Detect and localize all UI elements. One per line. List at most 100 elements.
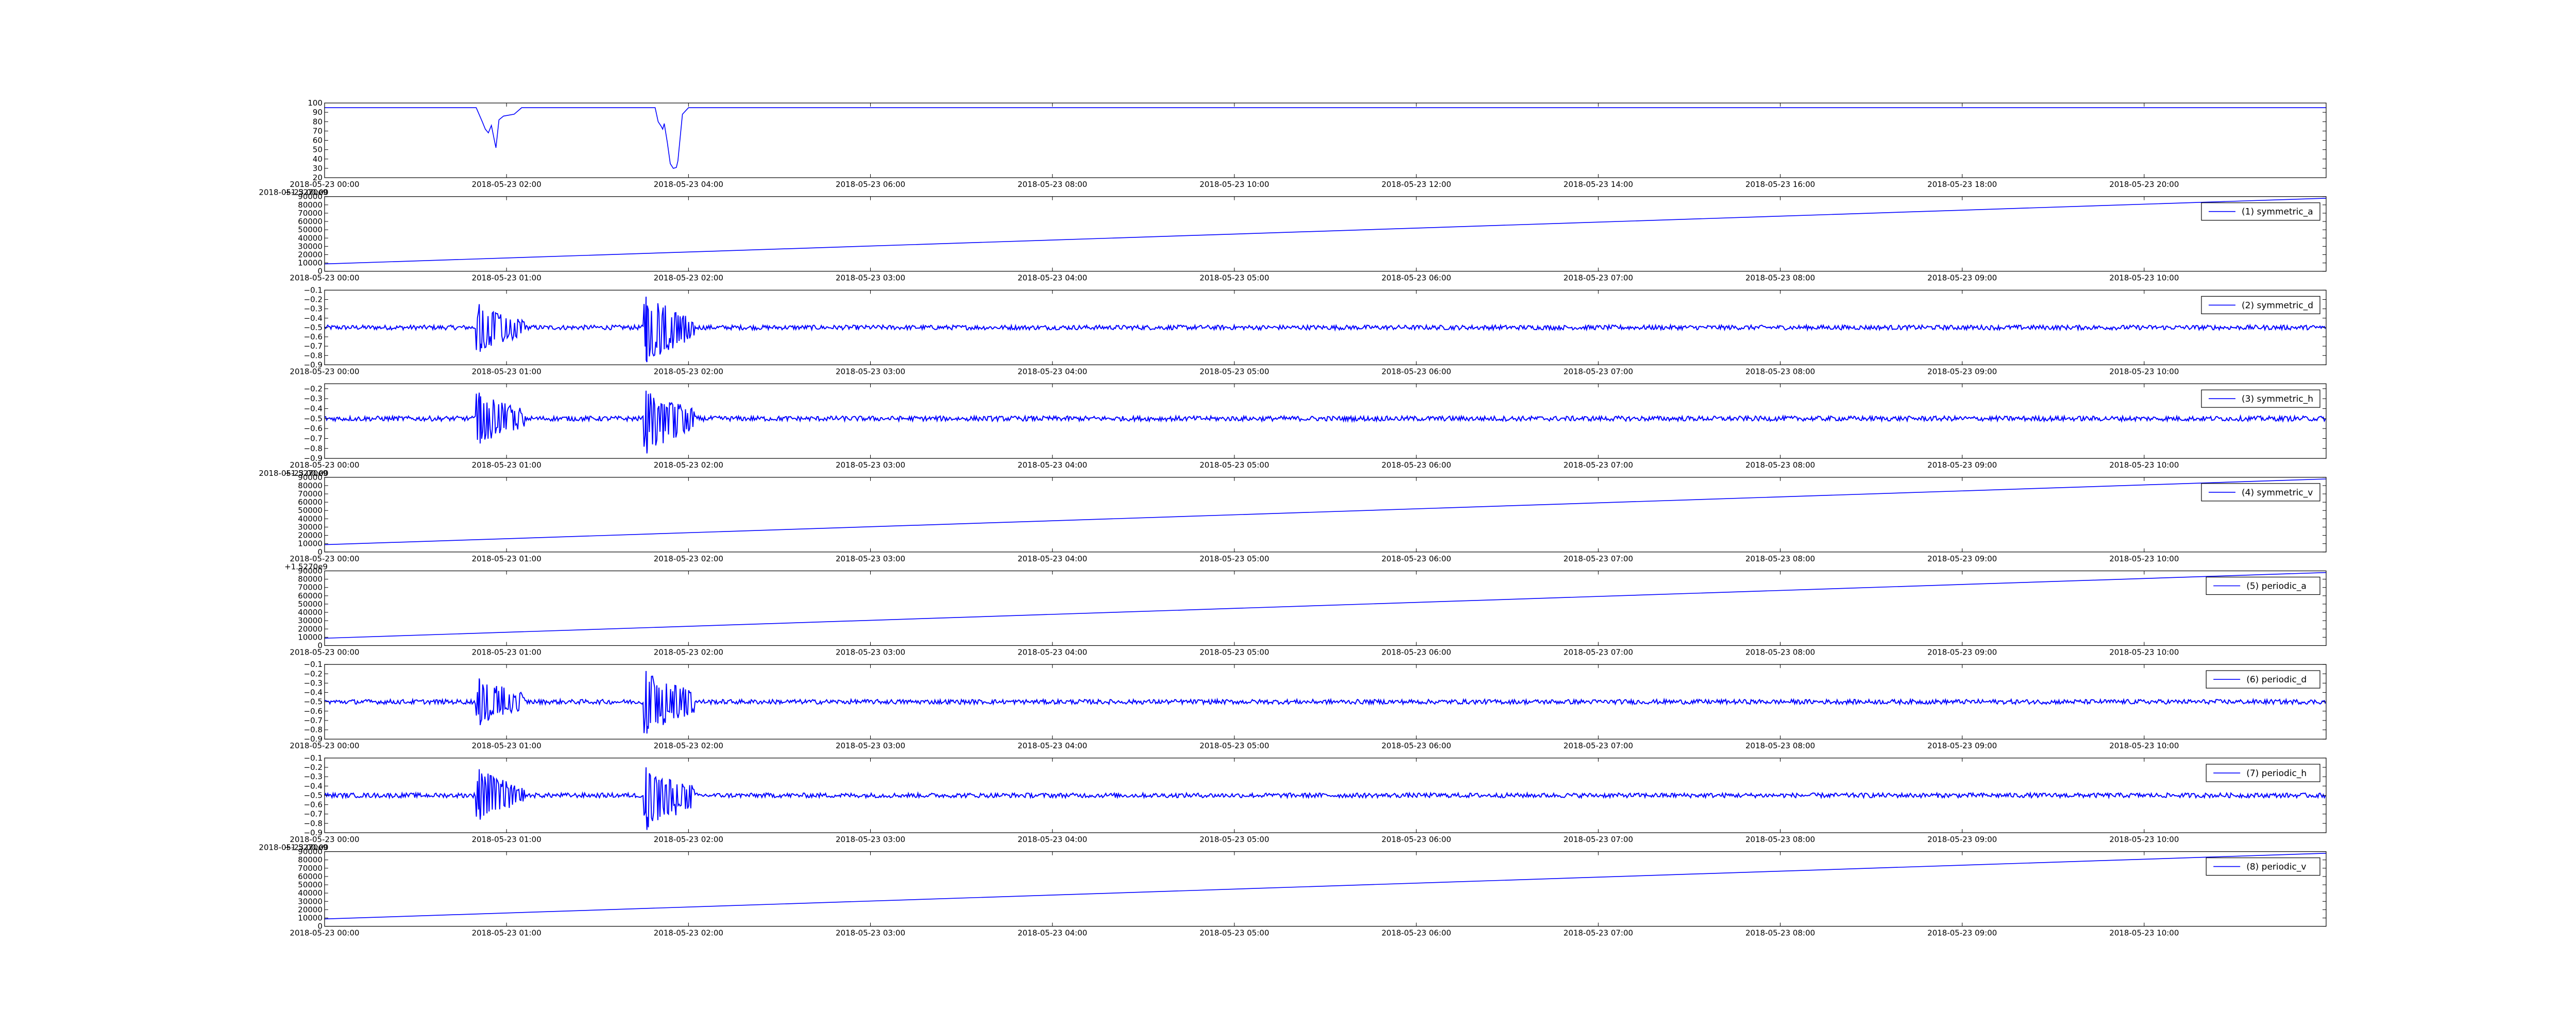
y-tick-label: −0.6 (304, 800, 323, 810)
x-tick-label: 2018-05-23 00:00 (290, 273, 359, 283)
y-tick-label: 60 (313, 136, 323, 145)
x-tick-label: 2018-05-23 10:00 (1199, 180, 1269, 189)
x-tick-label: 2018-05-23 09:00 (1927, 460, 1997, 470)
y-tick-label: −0.5 (304, 697, 323, 707)
y-tick-label: −0.3 (304, 394, 323, 403)
x-tick-label: 2018-05-23 07:00 (1564, 835, 1633, 844)
legend-5: (4) symmetric_v (2201, 483, 2320, 502)
y-tick-label: 60000 (298, 497, 323, 507)
x-tick-label: 2018-05-23 10:00 (2109, 741, 2179, 750)
y-tick-label: −0.8 (304, 725, 323, 734)
x-tick-label: 2018-05-23 04:00 (1018, 460, 1087, 470)
x-tick-label: 2018-05-23 02:00 (472, 180, 541, 189)
x-tick-label: 2018-05-23 10:00 (2109, 929, 2179, 938)
x-tick-label: 2018-05-23 05:00 (1199, 648, 1269, 657)
x-tick-label: 2018-05-23 08:00 (1018, 180, 1087, 189)
x-tick-label: 2018-05-23 06:00 (1382, 648, 1451, 657)
x-tick-label: 2018-05-23 09:00 (1927, 648, 1997, 657)
x-tick-label: 2018-05-23 04:00 (1018, 835, 1087, 844)
y-tick-label: −0.4 (304, 404, 323, 413)
y-tick-label: 20000 (298, 250, 323, 259)
x-tick-label: 2018-05-23 05:00 (1199, 741, 1269, 750)
x-tick-label: 2018-05-23 09:00 (1927, 929, 1997, 938)
y-tick-label: 30000 (298, 897, 323, 906)
x-tick-label: 2018-05-23 04:00 (1018, 929, 1087, 938)
y-tick-label: −0.3 (304, 678, 323, 688)
x-tick-label: 2018-05-23 02:00 (654, 648, 723, 657)
y-tick-label: 20000 (298, 624, 323, 633)
x-tick-label: 2018-05-23 07:00 (1564, 273, 1633, 283)
x-tick-label: 2018-05-23 02:00 (654, 741, 723, 750)
x-tick-label: 2018-05-23 05:00 (1199, 554, 1269, 563)
x-tick-label: 2018-05-23 08:00 (1745, 648, 1815, 657)
x-tick-label: 2018-05-23 03:00 (836, 741, 905, 750)
x-tick-label: 2018-05-23 04:00 (1018, 367, 1087, 376)
x-tick-label: 2018-05-23 01:00 (472, 273, 541, 283)
x-tick-label: 2018-05-23 08:00 (1745, 460, 1815, 470)
x-tick-label: 2018-05-23 01:00 (472, 367, 541, 376)
y-tick-label: −0.7 (304, 434, 323, 443)
x-tick-label: 2018-05-23 03:00 (836, 929, 905, 938)
x-tick-label: 2018-05-23 03:00 (836, 648, 905, 657)
x-tick-label: 2018-05-23 05:00 (1199, 273, 1269, 283)
x-tick-label: 2018-05-23 02:00 (654, 460, 723, 470)
y-tick-label: −0.5 (304, 791, 323, 800)
y-tick-label: 70000 (298, 489, 323, 499)
y-tick-label: −0.8 (304, 444, 323, 453)
y-tick-label: −0.2 (304, 295, 323, 304)
y-tick-label: −0.1 (304, 285, 323, 295)
y-tick-label: 30000 (298, 522, 323, 531)
x-tick-label: 2018-05-23 06:00 (1382, 273, 1451, 283)
x-tick-label: 2018-05-23 08:00 (1745, 367, 1815, 376)
y-tick-label: 10000 (298, 259, 323, 268)
x-tick-label: 2018-05-23 02:00 (654, 273, 723, 283)
x-tick-label: 2018-05-23 01:00 (472, 648, 541, 657)
x-tick-label: 2018-05-23 03:00 (836, 835, 905, 844)
x-tick-label: 2018-05-23 07:00 (1564, 648, 1633, 657)
y-tick-label: −0.3 (304, 304, 323, 314)
overlapping-date-label: 2018-05-23 00:00 (259, 188, 328, 197)
legend-label: (8) periodic_v (2246, 862, 2306, 872)
y-tick-label: 80000 (298, 575, 323, 584)
legend-label: (6) periodic_d (2246, 675, 2307, 685)
y-tick-label: 30 (313, 164, 323, 173)
y-tick-label: −0.1 (304, 753, 323, 763)
y-tick-label: 10000 (298, 632, 323, 642)
x-tick-label: 2018-05-23 18:00 (1927, 180, 1997, 189)
x-tick-label: 2018-05-23 00:00 (290, 929, 359, 938)
y-tick-label: 40000 (298, 514, 323, 523)
x-tick-label: 2018-05-23 07:00 (1564, 741, 1633, 750)
x-tick-label: 2018-05-23 09:00 (1927, 367, 1997, 376)
legend-9: (8) periodic_v (2206, 857, 2320, 876)
y-tick-label: 10000 (298, 913, 323, 922)
legend-4: (3) symmetric_h (2201, 389, 2320, 408)
y-tick-label: −0.1 (304, 660, 323, 669)
x-tick-label: 2018-05-23 08:00 (1745, 835, 1815, 844)
x-tick-label: 2018-05-23 06:00 (1382, 929, 1451, 938)
y-tick-label: −0.3 (304, 772, 323, 781)
x-tick-label: 2018-05-23 00:00 (290, 741, 359, 750)
x-tick-label: 2018-05-23 10:00 (2109, 835, 2179, 844)
figure-background (0, 0, 2576, 1030)
y-tick-label: −0.8 (304, 819, 323, 828)
x-tick-label: 2018-05-23 04:00 (1018, 741, 1087, 750)
x-tick-label: 2018-05-23 09:00 (1927, 835, 1997, 844)
y-tick-label: 50000 (298, 599, 323, 609)
y-tick-label: 60000 (298, 872, 323, 881)
x-tick-label: 2018-05-23 03:00 (836, 460, 905, 470)
y-tick-label: 40 (313, 154, 323, 164)
x-tick-label: 2018-05-23 07:00 (1564, 929, 1633, 938)
x-tick-label: 2018-05-23 05:00 (1199, 367, 1269, 376)
x-tick-label: 2018-05-23 10:00 (2109, 273, 2179, 283)
legend-label: (2) symmetric_d (2242, 300, 2313, 311)
y-tick-label: −0.2 (304, 763, 323, 772)
x-tick-label: 2018-05-23 06:00 (1382, 460, 1451, 470)
y-tick-label: 30000 (298, 616, 323, 625)
x-tick-label: 2018-05-23 06:00 (1382, 741, 1451, 750)
legend-label: (3) symmetric_h (2242, 394, 2313, 404)
legend-8: (7) periodic_h (2206, 764, 2320, 782)
x-tick-label: 2018-05-23 14:00 (1564, 180, 1633, 189)
legend-label: (5) periodic_a (2246, 581, 2307, 592)
x-tick-label: 2018-05-23 06:00 (1382, 835, 1451, 844)
y-tick-label: 50000 (298, 506, 323, 515)
